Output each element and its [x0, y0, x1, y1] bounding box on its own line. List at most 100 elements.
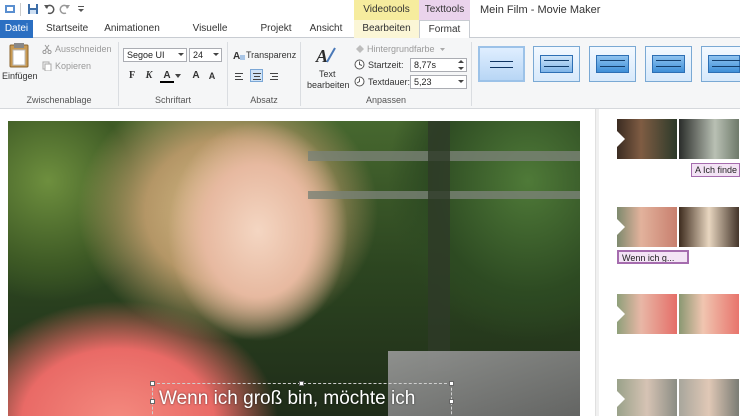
- tab-startseite[interactable]: Startseite: [46, 20, 88, 38]
- duration-dropdown[interactable]: 5,23: [410, 75, 467, 89]
- font-group-label: Schriftart: [154, 95, 191, 105]
- svg-text:A: A: [315, 46, 328, 66]
- group-separator: [471, 42, 472, 106]
- clipboard-group-label: Zwischenablage: [26, 95, 92, 105]
- spin-down-icon[interactable]: [458, 67, 464, 70]
- title-bar: Videotools Texttools Mein Film - Movie M…: [0, 0, 740, 20]
- clip-frame: [617, 119, 677, 159]
- font-size-value: 24: [193, 50, 204, 60]
- video-preview[interactable]: Wenn ich groß bin, möchte ich: [8, 121, 580, 416]
- copy-button[interactable]: Kopieren: [55, 61, 91, 71]
- caption-text[interactable]: Wenn ich groß bin, möchte ich: [159, 388, 415, 410]
- video-clip[interactable]: [616, 294, 740, 336]
- window-title: Mein Film - Movie Maker: [480, 4, 601, 16]
- bold-button[interactable]: F: [125, 69, 139, 83]
- align-right-button[interactable]: [268, 70, 281, 83]
- tab-projekt[interactable]: Projekt: [258, 20, 294, 38]
- resize-handle[interactable]: [449, 399, 454, 404]
- align-center-button[interactable]: [250, 69, 263, 82]
- app-icon: [5, 5, 15, 13]
- chevron-down-icon[interactable]: [175, 74, 181, 78]
- start-time-input[interactable]: 8,77s: [410, 58, 467, 72]
- clip-notch: [616, 218, 625, 236]
- duration-label: Textdauer:: [368, 77, 411, 87]
- transparency-icon: A: [233, 51, 245, 60]
- clip-notch: [616, 390, 625, 408]
- background-color-button[interactable]: Hintergrundfarbe: [367, 44, 435, 54]
- font-color-button[interactable]: A: [160, 69, 174, 83]
- text-effect-fade[interactable]: [533, 46, 580, 82]
- paste-button[interactable]: Einfügen: [2, 71, 38, 81]
- cut-icon[interactable]: [42, 44, 52, 54]
- text-effect-fly-left[interactable]: [589, 46, 636, 82]
- italic-button[interactable]: K: [142, 69, 156, 83]
- text-effect-none[interactable]: [478, 46, 525, 82]
- chevron-down-icon: [178, 53, 184, 56]
- cut-button[interactable]: Ausschneiden: [55, 44, 112, 54]
- edit-text-label-1[interactable]: Text: [319, 69, 336, 79]
- edit-text-label-2[interactable]: bearbeiten: [307, 80, 350, 90]
- text-effects-gallery: [473, 42, 740, 92]
- chevron-down-icon: [458, 80, 464, 83]
- start-time-label: Startzeit:: [368, 60, 404, 70]
- chevron-down-icon: [440, 48, 445, 51]
- tab-visuelle-effekte[interactable]: Visuelle Effekte: [176, 20, 244, 51]
- duration-clock-icon: [354, 76, 365, 87]
- tab-bearbeiten[interactable]: Bearbeiten: [354, 20, 419, 38]
- font-family-dropdown[interactable]: Segoe UI: [123, 48, 187, 62]
- resize-handle[interactable]: [299, 381, 304, 386]
- tab-format[interactable]: Format: [419, 20, 470, 39]
- preview-pane: Wenn ich groß bin, möchte ich: [0, 109, 595, 416]
- tab-datei[interactable]: Datei: [0, 20, 33, 38]
- clip-frame: [679, 119, 739, 159]
- start-time-value: 8,77s: [414, 60, 437, 70]
- transparency-button[interactable]: Transparenz: [246, 50, 296, 60]
- align-left-button[interactable]: [233, 70, 246, 83]
- clock-icon: [354, 59, 365, 70]
- clip-frame: [617, 207, 677, 247]
- ribbon: Einfügen Ausschneiden Kopieren Zwischena…: [0, 38, 740, 109]
- clip-frame: [679, 294, 739, 334]
- font-family-value: Segoe UI: [127, 50, 165, 60]
- text-effect-scroll[interactable]: [701, 46, 740, 82]
- texttools-context-label: Texttools: [419, 0, 470, 20]
- duration-value: 5,23: [414, 77, 432, 87]
- railing-post: [428, 121, 450, 371]
- storyboard-pane: A Ich finde Wenn ich g...: [599, 109, 740, 416]
- paste-icon[interactable]: [8, 42, 30, 68]
- resize-handle[interactable]: [150, 381, 155, 386]
- paragraph-group-label: Absatz: [250, 95, 278, 105]
- clip-frame: [617, 379, 677, 416]
- grow-font-button[interactable]: A: [189, 69, 203, 83]
- clip-notch: [616, 305, 625, 323]
- adjust-group-label: Anpassen: [365, 95, 407, 105]
- video-clip[interactable]: [616, 207, 740, 249]
- tab-animationen[interactable]: Animationen: [102, 20, 162, 38]
- customize-qat-icon[interactable]: [75, 3, 87, 15]
- tab-ansicht[interactable]: Ansicht: [308, 20, 344, 38]
- qat-separator: [20, 3, 21, 16]
- save-icon[interactable]: [27, 3, 39, 15]
- edit-text-icon[interactable]: A: [315, 44, 337, 66]
- redo-icon[interactable]: [59, 3, 71, 15]
- text-clip[interactable]: A Ich finde: [691, 163, 740, 177]
- video-clip[interactable]: [616, 379, 740, 416]
- clip-frame: [679, 207, 739, 247]
- ribbon-tabs: Datei Startseite Animationen Visuelle Ef…: [0, 20, 740, 51]
- undo-icon[interactable]: [43, 3, 55, 15]
- font-size-dropdown[interactable]: 24: [189, 48, 222, 62]
- resize-handle[interactable]: [449, 381, 454, 386]
- text-clip-selected[interactable]: Wenn ich g...: [617, 250, 689, 264]
- copy-icon[interactable]: [42, 61, 52, 71]
- text-effect-fly-diagonal[interactable]: [645, 46, 692, 82]
- paint-bucket-icon: [356, 45, 364, 53]
- svg-text:A: A: [233, 51, 240, 60]
- clip-frame: [679, 379, 739, 416]
- shrink-font-button[interactable]: A: [205, 69, 219, 83]
- caption-selection-box[interactable]: Wenn ich groß bin, möchte ich: [150, 381, 454, 416]
- videotools-context-label: Videotools: [354, 0, 419, 20]
- clip-frame: [617, 294, 677, 334]
- spin-up-icon[interactable]: [458, 60, 464, 63]
- video-clip[interactable]: [616, 119, 740, 161]
- resize-handle[interactable]: [150, 399, 155, 404]
